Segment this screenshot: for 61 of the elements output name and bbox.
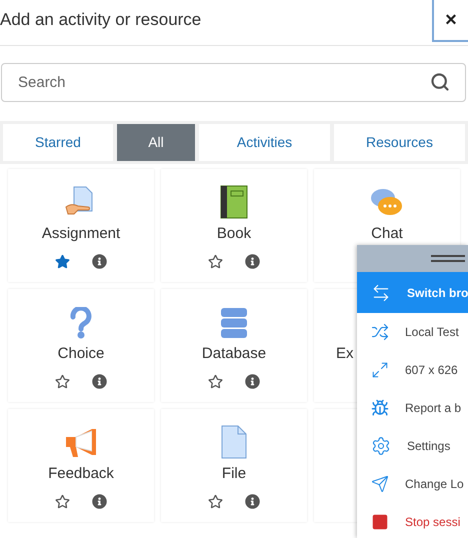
menu-label: 607 x 626	[405, 362, 458, 379]
tab[interactable]: Activities	[199, 124, 330, 161]
settings-icon	[371, 436, 391, 456]
info-icon[interactable]	[245, 494, 260, 508]
tab[interactable]: Starred	[3, 124, 113, 161]
star-outline-icon[interactable]	[208, 374, 223, 388]
question-mark-icon	[69, 307, 93, 339]
handle-lines-icon	[431, 254, 465, 262]
book-icon	[220, 185, 248, 219]
module-name: Database	[202, 344, 266, 364]
menu-item[interactable]: Report a b	[357, 389, 468, 427]
module-name: Assignment	[42, 224, 120, 244]
search-field[interactable]: Search	[1, 63, 466, 102]
bug-icon	[371, 399, 389, 417]
info-icon[interactable]	[92, 254, 107, 268]
close-button[interactable]: ×	[432, 0, 468, 42]
tab[interactable]: All	[117, 124, 195, 161]
arrows-icon	[371, 282, 391, 302]
search-icon	[430, 72, 450, 92]
module-name: Choice	[58, 344, 104, 364]
menu-label: Report a b	[405, 400, 462, 417]
menu-label: Change Lo	[405, 476, 464, 493]
module-name: Feedback	[48, 464, 114, 484]
drag-handle[interactable]	[357, 245, 468, 272]
star-outline-icon[interactable]	[55, 494, 70, 508]
module-card[interactable]: Database	[161, 289, 307, 402]
info-icon[interactable]	[92, 494, 107, 508]
dialog-title: Add an activity or resource	[0, 9, 202, 31]
database-icon	[220, 307, 248, 339]
menu-label: Stop sessi	[405, 514, 460, 531]
menu-item[interactable]: Local Test	[357, 313, 468, 351]
menu-item[interactable]: Settings	[357, 427, 468, 465]
megaphone-icon	[64, 427, 98, 459]
file-icon	[221, 425, 247, 459]
tab[interactable]: Resources	[334, 124, 465, 161]
module-name: File	[222, 464, 246, 484]
module-card[interactable]: Book	[161, 169, 307, 282]
menu-label: Switch bro	[407, 284, 468, 302]
menu-item[interactable]: Stop sessi	[357, 503, 468, 538]
star-icon[interactable]	[55, 254, 70, 268]
star-outline-icon[interactable]	[208, 254, 223, 268]
info-icon[interactable]	[245, 374, 260, 388]
module-name: Ex	[336, 344, 355, 364]
stop-icon	[371, 513, 389, 531]
shuffle-icon	[371, 323, 389, 341]
menu-item[interactable]: Change Lo	[357, 465, 468, 503]
info-icon[interactable]	[245, 254, 260, 268]
module-name: Chat	[371, 224, 403, 244]
module-name: Book	[216, 224, 252, 244]
module-card[interactable]: Choice	[8, 289, 154, 402]
send-icon	[371, 475, 389, 493]
module-card[interactable]: Feedback	[8, 409, 154, 522]
star-outline-icon[interactable]	[55, 374, 70, 388]
info-icon[interactable]	[92, 374, 107, 388]
module-card[interactable]: File	[161, 409, 307, 522]
module-card[interactable]: Assignment	[8, 169, 154, 282]
menu-label: Settings	[407, 438, 450, 455]
menu-label: Local Test	[405, 324, 459, 341]
menu-item[interactable]: 607 x 626	[357, 351, 468, 389]
resize-icon	[371, 361, 389, 379]
star-outline-icon[interactable]	[208, 494, 223, 508]
